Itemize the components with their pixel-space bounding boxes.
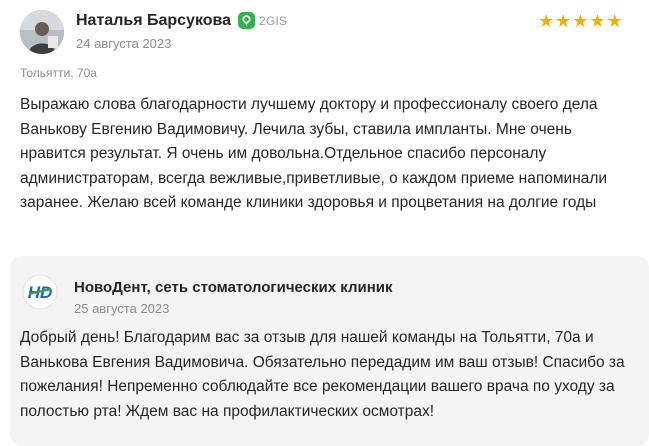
reply-text: Добрый день! Благодарим вас за отзыв для…: [20, 329, 625, 420]
author-name[interactable]: Наталья Барсукова: [76, 12, 231, 30]
reply-date: 25 августа 2023: [74, 301, 170, 316]
star-icon: ★: [589, 11, 606, 31]
reply-author[interactable]: НовоДент, сеть стоматологических клиник: [74, 279, 393, 296]
star-icon: ★: [606, 11, 623, 31]
company-logo: HD: [22, 274, 58, 310]
review-date: 24 августа 2023: [76, 36, 172, 51]
user-avatar[interactable]: [20, 10, 64, 54]
star-icon: ★: [572, 11, 589, 31]
star-icon: ★: [538, 11, 555, 31]
2gis-icon: [238, 12, 255, 29]
source-label: 2GIS: [259, 13, 288, 28]
source-badge: 2GIS: [238, 12, 287, 29]
review-text: Выражаю слова благодарности лучшему докт…: [20, 96, 608, 211]
rating-stars: ★ ★ ★ ★ ★: [538, 12, 623, 30]
branch-location: Тольятти, 70а: [20, 66, 97, 80]
star-icon: ★: [555, 11, 572, 31]
company-reply: HD НовоДент, сеть стоматологических клин…: [10, 256, 649, 446]
